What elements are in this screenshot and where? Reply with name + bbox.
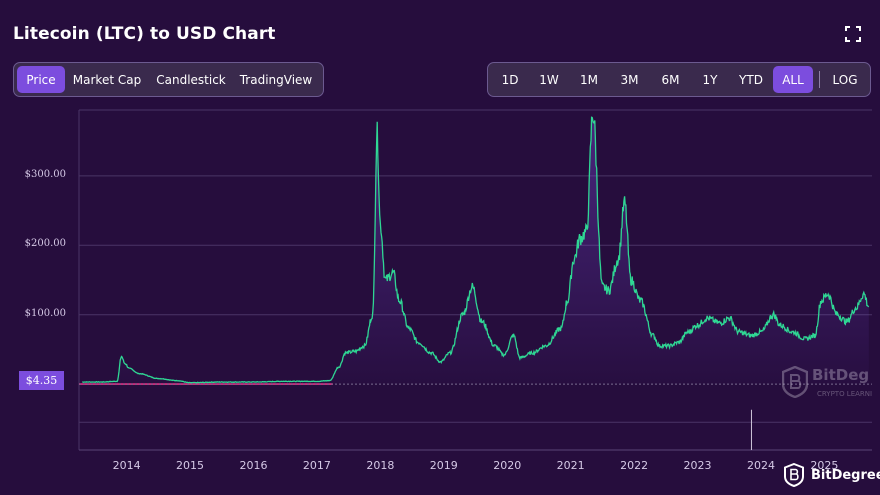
x-tick-label: 2020: [493, 459, 522, 472]
bitdegree-logo-icon: [784, 463, 804, 487]
x-tick-label: 2018: [366, 459, 395, 472]
x-tick-label: 2014: [112, 459, 141, 472]
y-tick-label: $300.00: [24, 168, 66, 180]
x-tick-label: 2023: [683, 459, 712, 472]
x-tick-label: 2017: [302, 459, 331, 472]
current-price-tag: $4.35: [19, 371, 64, 390]
brand-name: BitDegree: [811, 467, 880, 483]
x-tick-label: 2022: [620, 459, 649, 472]
x-tick-label: 2019: [429, 459, 458, 472]
price-chart: [78, 109, 872, 451]
watermark-shield-icon: [781, 365, 809, 399]
x-tick-label: 2016: [239, 459, 268, 472]
x-tick-label: 2024: [746, 459, 775, 472]
price-area: [82, 117, 869, 385]
watermark-text: BitDeg: [812, 366, 870, 384]
bitdegree-watermark: BitDeg CRYPTO LEARNI: [781, 365, 872, 402]
x-tick-label: 2021: [556, 459, 585, 472]
x-tick-label: 2015: [176, 459, 205, 472]
y-tick-label: $100.00: [24, 307, 66, 319]
watermark-subtext: CRYPTO LEARNI: [817, 390, 873, 398]
y-tick-label: $200.00: [24, 238, 66, 250]
bitdegree-brand: BitDegree: [784, 463, 880, 487]
